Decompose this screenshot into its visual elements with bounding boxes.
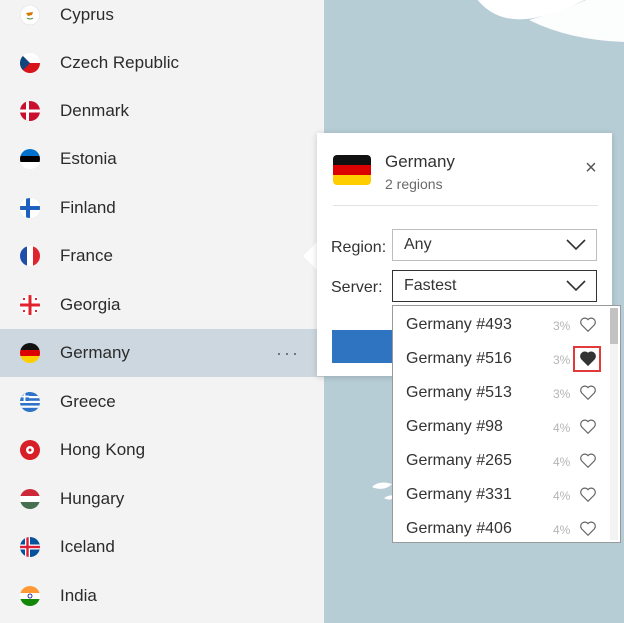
czech-flag-icon xyxy=(20,53,40,73)
heart-outline-icon[interactable] xyxy=(579,316,597,333)
server-name: Germany #265 xyxy=(406,452,512,469)
heart-outline-icon[interactable] xyxy=(579,520,597,537)
popover-arrow xyxy=(303,242,317,270)
india-flag-icon xyxy=(20,586,40,606)
denmark-flag-icon xyxy=(20,101,40,121)
server-load: 3% xyxy=(553,353,571,367)
country-item-cyprus[interactable]: Cyprus xyxy=(0,0,324,39)
server-option[interactable]: Germany #265 4% xyxy=(393,444,603,478)
country-name: Germany xyxy=(60,343,130,362)
close-icon[interactable]: × xyxy=(582,158,600,178)
country-item-estonia[interactable]: Estonia xyxy=(0,135,324,183)
server-load: 4% xyxy=(553,523,571,537)
country-item-hong-kong[interactable]: Hong Kong xyxy=(0,426,324,474)
country-item-czech-republic[interactable]: Czech Republic xyxy=(0,39,324,87)
server-option[interactable]: Germany #513 3% xyxy=(393,376,603,410)
popover-subtitle: 2 regions xyxy=(385,176,443,192)
country-item-finland[interactable]: Finland xyxy=(0,184,324,232)
country-name: Iceland xyxy=(60,537,115,556)
germany-flag-icon xyxy=(333,155,371,185)
estonia-flag-icon xyxy=(20,149,40,169)
heart-outline-icon[interactable] xyxy=(579,384,597,401)
country-name: India xyxy=(60,586,97,605)
server-name: Germany #493 xyxy=(406,316,512,333)
country-name: Greece xyxy=(60,392,116,411)
server-load: 3% xyxy=(553,387,571,401)
heart-outline-icon[interactable] xyxy=(579,486,597,503)
server-name: Germany #98 xyxy=(406,418,503,435)
region-label: Region: xyxy=(331,239,387,256)
region-select-value: Any xyxy=(404,236,432,253)
server-name: Germany #406 xyxy=(406,520,512,537)
country-item-india[interactable]: India xyxy=(0,572,324,620)
iceland-flag-icon xyxy=(20,537,40,557)
server-option[interactable]: Germany #331 4% xyxy=(393,478,603,512)
country-name: France xyxy=(60,246,113,265)
server-option[interactable]: Germany #406 4% xyxy=(393,512,603,542)
region-select[interactable]: Any xyxy=(392,229,597,261)
cyprus-flag-icon xyxy=(20,5,40,25)
server-name: Germany #516 xyxy=(406,350,512,367)
country-item-france[interactable]: France xyxy=(0,232,324,280)
server-dropdown: Germany #493 3% Germany #516 3% Germany … xyxy=(392,305,621,543)
server-load: 4% xyxy=(553,455,571,469)
country-name: Georgia xyxy=(60,295,121,314)
hongkong-flag-icon xyxy=(20,440,40,460)
country-list: Cyprus Czech Republic Denmark Estonia Fi… xyxy=(0,0,324,623)
finland-flag-icon xyxy=(20,198,40,218)
hungary-flag-icon xyxy=(20,489,40,509)
country-item-germany[interactable]: Germany ··· xyxy=(0,329,324,377)
country-name: Denmark xyxy=(60,101,129,120)
popover-title: Germany xyxy=(385,152,455,171)
more-options-icon[interactable]: ··· xyxy=(276,343,300,364)
country-name: Cyprus xyxy=(60,5,114,24)
heart-outline-icon[interactable] xyxy=(579,452,597,469)
country-name: Czech Republic xyxy=(60,53,180,72)
country-name: Finland xyxy=(60,198,116,217)
germany-flag-icon xyxy=(20,343,40,363)
country-name: Hungary xyxy=(60,489,125,508)
country-item-greece[interactable]: Greece xyxy=(0,378,324,426)
greece-flag-icon xyxy=(20,392,40,412)
server-option[interactable]: Germany #98 4% xyxy=(393,410,603,444)
popover-divider xyxy=(333,205,598,206)
country-item-georgia[interactable]: Georgia xyxy=(0,281,324,329)
country-item-denmark[interactable]: Denmark xyxy=(0,87,324,135)
country-name: Estonia xyxy=(60,149,117,168)
server-name: Germany #331 xyxy=(406,486,512,503)
heart-filled-icon[interactable] xyxy=(579,350,597,367)
server-select-value: Fastest xyxy=(404,277,457,294)
chevron-down-icon xyxy=(566,280,586,292)
georgia-flag-icon xyxy=(20,295,40,315)
dropdown-scroll-thumb[interactable] xyxy=(610,308,618,344)
france-flag-icon xyxy=(20,246,40,266)
server-option[interactable]: Germany #516 3% xyxy=(393,342,603,376)
server-name: Germany #513 xyxy=(406,384,512,401)
country-name: Hong Kong xyxy=(60,440,146,459)
server-option[interactable]: Germany #493 3% xyxy=(393,308,603,342)
server-load: 3% xyxy=(553,319,571,333)
heart-outline-icon[interactable] xyxy=(579,418,597,435)
server-load: 4% xyxy=(553,489,571,503)
server-select[interactable]: Fastest xyxy=(392,270,597,302)
chevron-down-icon xyxy=(566,239,586,251)
server-label: Server: xyxy=(331,279,383,296)
country-item-iceland[interactable]: Iceland xyxy=(0,523,324,571)
country-item-hungary[interactable]: Hungary xyxy=(0,475,324,523)
server-load: 4% xyxy=(553,421,571,435)
